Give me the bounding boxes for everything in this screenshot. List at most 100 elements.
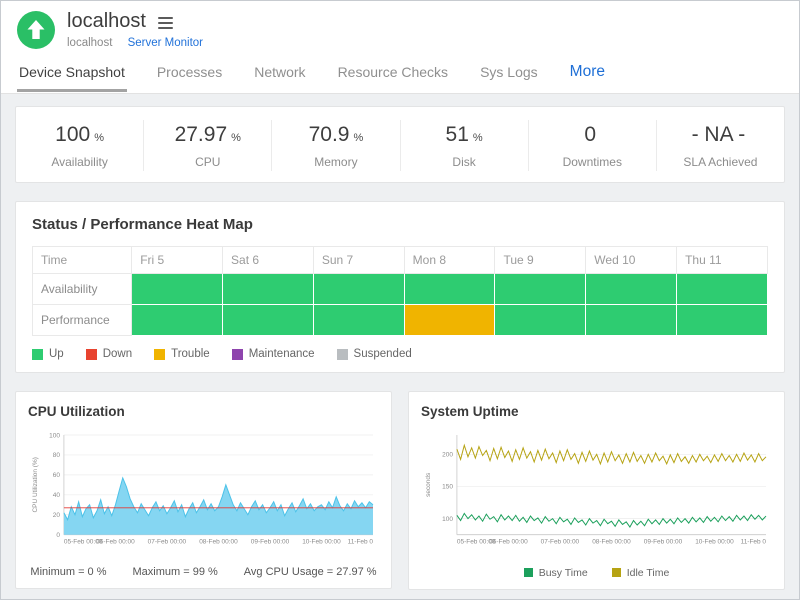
tab-resource-checks[interactable]: Resource Checks <box>336 55 451 92</box>
heatmap-cell-up[interactable] <box>132 305 223 336</box>
heatmap-row: Performance <box>33 305 768 336</box>
cpu-utilization-chart: 02040608010005-Feb 00:0006-Feb 00:0007-F… <box>28 429 379 557</box>
legend-swatch <box>612 568 621 577</box>
cpu-maximum: Maximum = 99 % <box>133 566 218 578</box>
heatmap-row-label: Performance <box>33 305 132 336</box>
heatmap-cell-up[interactable] <box>586 305 677 336</box>
stat-label: CPU <box>144 155 271 169</box>
heatmap-header-row: TimeFri 5Sat 6Sun 7Mon 8Tue 9Wed 10Thu 1… <box>33 247 768 274</box>
stat-value: 100 <box>55 123 90 146</box>
line-series <box>457 513 766 527</box>
heatmap-cell-up[interactable] <box>313 274 404 305</box>
stat-downtimes: 0 Downtimes <box>529 120 657 171</box>
menu-icon[interactable] <box>158 15 173 29</box>
device-status-up-icon <box>17 11 55 49</box>
cpu-chart-stats: Minimum = 0 % Maximum = 99 % Avg CPU Usa… <box>28 566 379 578</box>
stat-unit: % <box>94 132 104 144</box>
stat-disk: 51% Disk <box>401 120 529 171</box>
x-tick-label: 08-Feb 00:00 <box>199 539 238 546</box>
x-tick-label: 11-Feb 0 <box>741 539 767 546</box>
x-tick-label: 09-Feb 00:00 <box>644 539 683 546</box>
y-tick-label: 0 <box>56 532 60 539</box>
legend-maintenance: Maintenance <box>232 348 315 360</box>
cpu-chart-title: CPU Utilization <box>28 404 379 419</box>
y-tick-label: 60 <box>53 472 61 479</box>
tab-more[interactable]: More <box>568 54 607 93</box>
legend-down: Down <box>86 348 132 360</box>
stat-memory: 70.9% Memory <box>272 120 400 171</box>
stat-label: SLA Achieved <box>657 155 784 169</box>
heatmap-card: Status / Performance Heat Map TimeFri 5S… <box>15 201 785 373</box>
stat-value: 51 <box>446 123 469 146</box>
heatmap-legend: Up Down Trouble Maintenance Suspended <box>32 348 768 360</box>
stat-label: Availability <box>16 155 143 169</box>
heatmap-cell-up[interactable] <box>495 305 586 336</box>
cpu-average: Avg CPU Usage = 27.97 % <box>244 566 377 578</box>
header: localhost localhost Server Monitor <box>1 1 799 54</box>
heatmap-cell-up[interactable] <box>313 305 404 336</box>
heatmap-cell-trouble[interactable] <box>404 305 495 336</box>
tab-sys-logs[interactable]: Sys Logs <box>478 55 540 92</box>
x-tick-label: 10-Feb 00:00 <box>695 539 734 546</box>
legend-swatch <box>154 349 165 360</box>
y-tick-label: 150 <box>442 484 453 491</box>
heatmap-cell-up[interactable] <box>223 274 314 305</box>
legend-swatch <box>86 349 97 360</box>
stat-label: Disk <box>401 155 528 169</box>
y-tick-label: 200 <box>442 452 453 459</box>
stat-availability: 100% Availability <box>16 120 144 171</box>
x-tick-label: 06-Feb 00:00 <box>96 539 135 546</box>
heatmap-cell-up[interactable] <box>404 274 495 305</box>
system-uptime-chart: 10015020005-Feb 00:0006-Feb 00:0007-Feb … <box>421 429 772 557</box>
breadcrumb-server-monitor-link[interactable]: Server Monitor <box>128 37 203 49</box>
y-axis-label: CPU Utilization (%) <box>32 457 39 512</box>
tab-processes[interactable]: Processes <box>155 55 224 92</box>
page-title: localhost <box>67 10 146 33</box>
cpu-utilization-card: CPU Utilization 02040608010005-Feb 00:00… <box>15 391 392 589</box>
stat-cpu: 27.97% CPU <box>144 120 272 171</box>
tab-bar: Device Snapshot Processes Network Resour… <box>1 54 799 94</box>
app-window: localhost localhost Server Monitor Devic… <box>0 0 800 600</box>
heatmap-title: Status / Performance Heat Map <box>32 216 768 233</box>
y-tick-label: 80 <box>53 452 61 459</box>
heatmap-cell-up[interactable] <box>586 274 677 305</box>
legend-busy-time: Busy Time <box>524 567 588 579</box>
uptime-chart-legend: Busy TimeIdle Time <box>421 567 772 579</box>
stat-label: Memory <box>272 155 399 169</box>
y-axis-label: seconds <box>425 473 432 497</box>
main-content: 100% Availability 27.97% CPU 70.9% Memor… <box>1 94 799 599</box>
stat-value: 0 <box>584 123 596 146</box>
legend-suspended: Suspended <box>337 348 412 360</box>
heatmap-cell-up[interactable] <box>132 274 223 305</box>
y-tick-label: 40 <box>53 492 61 499</box>
stat-label: Downtimes <box>529 155 656 169</box>
x-tick-label: 06-Feb 00:00 <box>489 539 528 546</box>
tab-network[interactable]: Network <box>252 55 307 92</box>
x-tick-label: 07-Feb 00:00 <box>541 539 580 546</box>
heatmap-column-header: Sat 6 <box>223 247 314 274</box>
heatmap-cell-up[interactable] <box>677 305 768 336</box>
heatmap-column-header: Mon 8 <box>404 247 495 274</box>
legend-swatch <box>232 349 243 360</box>
cpu-minimum: Minimum = 0 % <box>30 566 106 578</box>
heatmap-column-header: Sun 7 <box>313 247 404 274</box>
legend-up: Up <box>32 348 64 360</box>
x-tick-label: 11-Feb 0 <box>348 539 374 546</box>
tab-device-snapshot[interactable]: Device Snapshot <box>17 55 127 92</box>
stat-value: - NA - <box>692 123 746 146</box>
x-tick-label: 07-Feb 00:00 <box>148 539 187 546</box>
y-tick-label: 100 <box>49 432 60 439</box>
heatmap-cell-up[interactable] <box>223 305 314 336</box>
heatmap-column-header: Wed 10 <box>586 247 677 274</box>
summary-stats-card: 100% Availability 27.97% CPU 70.9% Memor… <box>15 106 785 183</box>
stat-unit: % <box>473 132 483 144</box>
uptime-chart-title: System Uptime <box>421 404 772 419</box>
legend-trouble: Trouble <box>154 348 210 360</box>
stat-sla: - NA - SLA Achieved <box>657 120 784 171</box>
heatmap-column-header: Thu 11 <box>677 247 768 274</box>
heatmap-column-header: Fri 5 <box>132 247 223 274</box>
x-tick-label: 10-Feb 00:00 <box>302 539 341 546</box>
heatmap-column-header: Time <box>33 247 132 274</box>
heatmap-cell-up[interactable] <box>677 274 768 305</box>
heatmap-cell-up[interactable] <box>495 274 586 305</box>
